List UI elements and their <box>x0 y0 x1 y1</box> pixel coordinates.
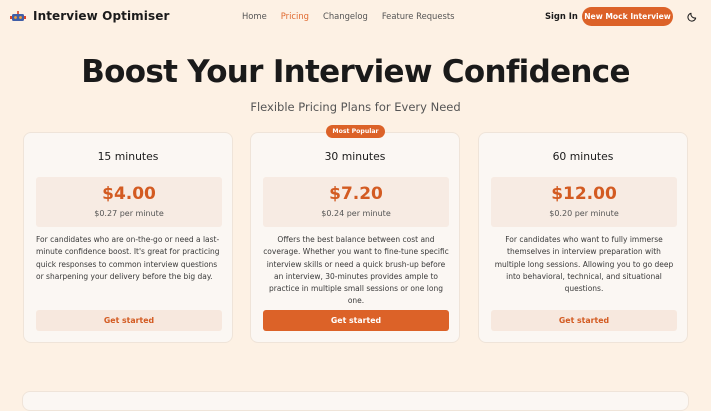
moon-icon[interactable] <box>687 11 698 22</box>
plan-per-minute: $0.24 per minute <box>321 209 391 218</box>
brand-logo-icon[interactable] <box>10 10 26 24</box>
get-started-button[interactable]: Get started <box>36 310 222 331</box>
nav-feature-requests-link[interactable]: Feature Requests <box>382 11 455 21</box>
plan-per-minute: $0.20 per minute <box>549 209 619 218</box>
plan-description: For candidates who are on-the-go or need… <box>36 235 220 281</box>
new-mock-interview-button[interactable]: New Mock Interview <box>582 7 673 26</box>
nav-pricing-link[interactable]: Pricing <box>281 11 309 21</box>
plan-price: $12.00 <box>551 184 617 204</box>
nav-home-link[interactable]: Home <box>242 11 267 21</box>
pricing-card-60-minutes: 60 minutes $12.00 $0.20 per minute For c… <box>478 132 688 343</box>
get-started-button[interactable]: Get started <box>263 310 449 331</box>
plan-name: 15 minutes <box>97 150 159 163</box>
nav-links: Home Pricing Changelog Feature Requests <box>242 11 469 21</box>
plan-name: 60 minutes <box>552 150 614 163</box>
plan-name: 30 minutes <box>324 150 386 163</box>
get-started-button[interactable]: Get started <box>491 310 677 331</box>
pricing-card-15-minutes: 15 minutes $4.00 $0.27 per minute For ca… <box>23 132 233 343</box>
page-subtitle: Flexible Pricing Plans for Every Need <box>250 100 461 114</box>
plan-per-minute: $0.27 per minute <box>94 209 164 218</box>
price-box: $7.20 $0.24 per minute <box>263 177 449 227</box>
page-title: Boost Your Interview Confidence <box>81 54 630 90</box>
next-section-panel <box>22 391 689 411</box>
sign-in-link[interactable]: Sign In <box>545 11 578 21</box>
top-navigation: Interview Optimiser Home Pricing Changel… <box>0 0 711 34</box>
plan-description: Offers the best balance between cost and… <box>263 235 449 306</box>
price-box: $4.00 $0.27 per minute <box>36 177 222 227</box>
brand-name[interactable]: Interview Optimiser <box>33 9 170 23</box>
plan-price: $4.00 <box>102 184 156 204</box>
plan-price: $7.20 <box>329 184 383 204</box>
nav-changelog-link[interactable]: Changelog <box>323 11 368 21</box>
price-box: $12.00 $0.20 per minute <box>491 177 677 227</box>
plan-description: For candidates who want to fully immerse… <box>494 235 674 294</box>
pricing-card-30-minutes: 30 minutes $7.20 $0.24 per minute Offers… <box>250 132 460 343</box>
most-popular-badge: Most Popular <box>326 125 385 138</box>
